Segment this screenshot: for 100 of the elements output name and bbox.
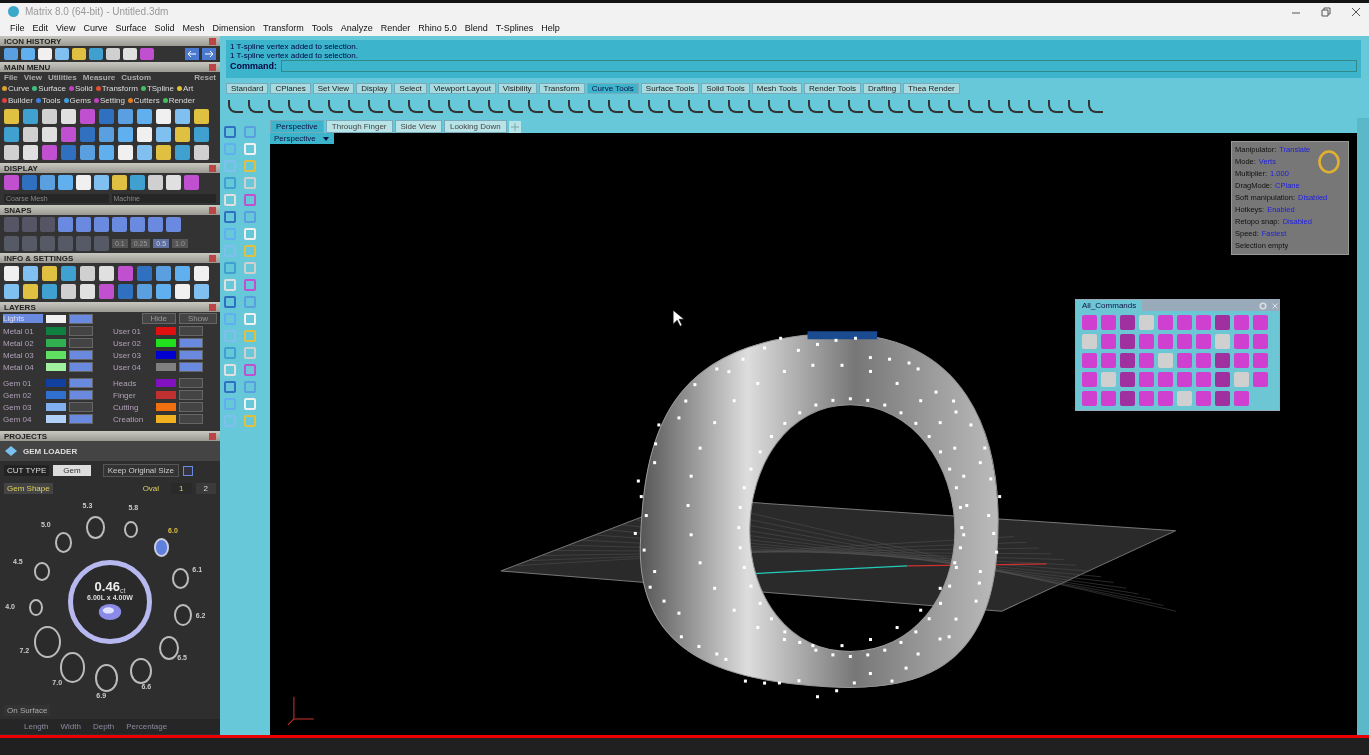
settings-icon[interactable] <box>1259 301 1267 310</box>
tool-icon[interactable] <box>244 330 256 342</box>
command-icon[interactable] <box>1234 315 1249 330</box>
settings-icon[interactable] <box>137 284 152 299</box>
curve-tool-icon[interactable] <box>748 99 763 113</box>
visibility-toggle[interactable] <box>179 390 203 400</box>
layer-name[interactable]: Metal 04 <box>3 362 43 372</box>
module-link[interactable]: Surface <box>32 84 66 93</box>
layer-color-swatch[interactable] <box>46 379 66 387</box>
layer-name[interactable]: Creation <box>113 414 153 424</box>
close-icon[interactable] <box>209 63 216 71</box>
curve-tool-icon[interactable] <box>868 99 883 113</box>
tool-icon[interactable] <box>244 160 256 172</box>
curve-tool-icon[interactable] <box>1068 99 1083 113</box>
page-tab[interactable]: 2 <box>195 483 216 494</box>
settings-icon[interactable] <box>156 266 171 281</box>
gem-size-icon[interactable] <box>158 635 179 661</box>
visibility-toggle[interactable] <box>69 338 93 348</box>
visibility-toggle[interactable] <box>69 362 93 372</box>
curve-tool-icon[interactable] <box>428 99 443 113</box>
settings-icon[interactable] <box>61 284 76 299</box>
layer-name[interactable]: Finger <box>113 390 153 400</box>
menu-item[interactable]: Help <box>541 23 560 33</box>
layer-name[interactable]: Metal 01 <box>3 326 43 336</box>
settings-icon[interactable] <box>156 284 171 299</box>
snap-icon[interactable] <box>22 236 37 251</box>
layer-color-swatch[interactable] <box>46 339 66 347</box>
tool-icon[interactable] <box>118 145 133 160</box>
command-icon[interactable] <box>1120 315 1135 330</box>
visibility-toggle[interactable] <box>179 350 203 360</box>
gem-size-icon[interactable] <box>124 520 139 538</box>
tool-icon[interactable] <box>99 109 114 124</box>
restore-icon[interactable] <box>1321 6 1331 17</box>
layer-color-swatch[interactable] <box>46 403 66 411</box>
display-mode-icon[interactable] <box>40 175 55 190</box>
tool-icon[interactable] <box>224 228 236 240</box>
visibility-toggle[interactable] <box>69 414 93 424</box>
command-icon[interactable] <box>1120 372 1135 387</box>
menu-item[interactable]: View <box>23 73 42 82</box>
tool-icon[interactable] <box>42 145 57 160</box>
visibility-toggle[interactable] <box>179 402 203 412</box>
command-icon[interactable] <box>1158 353 1173 368</box>
snap-icon[interactable] <box>40 217 55 232</box>
command-icon[interactable] <box>1082 391 1097 406</box>
snap-icon[interactable] <box>94 236 109 251</box>
layer-color-swatch[interactable] <box>46 351 66 359</box>
curve-tool-icon[interactable] <box>588 99 603 113</box>
settings-icon[interactable] <box>42 266 57 281</box>
curve-tool-icon[interactable] <box>268 99 283 113</box>
cut-type-field[interactable]: Gem <box>53 465 91 476</box>
curve-tool-icon[interactable] <box>788 99 803 113</box>
command-icon[interactable] <box>1120 334 1135 349</box>
close-icon[interactable] <box>1351 6 1361 17</box>
settings-icon[interactable] <box>42 284 57 299</box>
toolbar-tab[interactable]: Display <box>356 83 393 94</box>
tool-icon[interactable] <box>244 364 256 376</box>
command-icon[interactable] <box>1139 372 1154 387</box>
tool-icon[interactable] <box>80 127 95 142</box>
curve-tool-icon[interactable] <box>968 99 983 113</box>
visibility-toggle[interactable] <box>69 390 93 400</box>
curve-tool-icon[interactable] <box>548 99 563 113</box>
module-link[interactable]: Builder <box>2 96 33 105</box>
command-icon[interactable] <box>1139 353 1154 368</box>
scrollbar[interactable] <box>1357 118 1369 735</box>
tool-icon[interactable] <box>244 279 256 291</box>
viewport-tab[interactable]: Side View <box>394 120 442 133</box>
tool-icon[interactable] <box>224 313 236 325</box>
dropdown-caret-icon[interactable] <box>321 134 330 143</box>
add-tab-icon[interactable] <box>508 121 521 133</box>
close-icon[interactable] <box>209 254 216 262</box>
module-link[interactable]: Curve <box>2 84 30 93</box>
layer-color-swatch[interactable] <box>156 351 176 359</box>
tool-icon[interactable] <box>42 109 57 124</box>
curve-tool-icon[interactable] <box>948 99 963 113</box>
gem-size-icon[interactable] <box>29 599 44 616</box>
module-link[interactable]: Gems <box>63 96 91 105</box>
command-icon[interactable] <box>1196 334 1211 349</box>
curve-tool-icon[interactable] <box>928 99 943 113</box>
layer-color-swatch[interactable] <box>156 327 176 335</box>
gem-size-icon[interactable] <box>94 663 119 693</box>
command-icon[interactable] <box>1253 334 1268 349</box>
command-icon[interactable] <box>1215 353 1230 368</box>
page-tab[interactable]: 1 <box>171 483 192 494</box>
tool-icon[interactable] <box>4 109 19 124</box>
visibility-toggle[interactable] <box>69 402 93 412</box>
layer-name[interactable]: Heads <box>113 378 153 388</box>
tool-icon[interactable] <box>4 48 18 60</box>
visibility-toggle[interactable] <box>69 313 93 324</box>
command-icon[interactable] <box>1253 372 1268 387</box>
layer-name[interactable]: User 02 <box>113 338 153 348</box>
settings-icon[interactable] <box>99 284 114 299</box>
command-icon[interactable] <box>1177 315 1192 330</box>
tool-icon[interactable] <box>194 145 209 160</box>
gem-size-icon[interactable] <box>55 532 73 554</box>
command-icon[interactable] <box>1101 334 1116 349</box>
tool-icon[interactable] <box>175 145 190 160</box>
tool-icon[interactable] <box>106 48 120 60</box>
tool-icon[interactable] <box>4 127 19 142</box>
menu-item[interactable]: Tools <box>311 23 333 33</box>
curve-tool-icon[interactable] <box>628 99 643 113</box>
